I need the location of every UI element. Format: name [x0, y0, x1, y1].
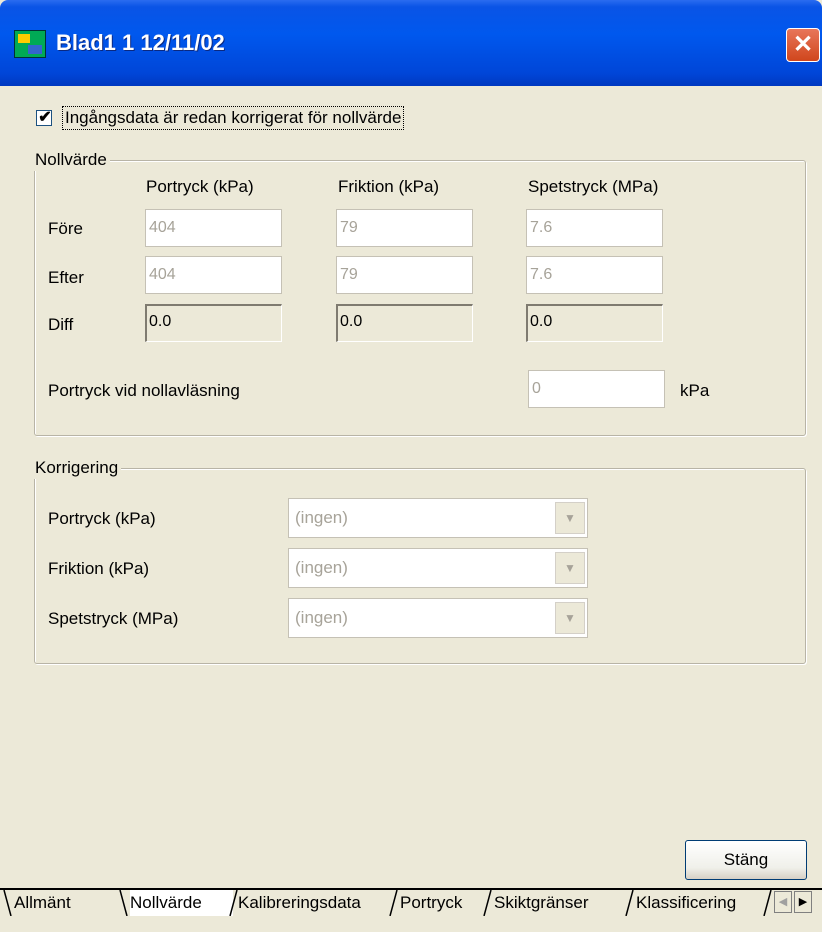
korrigering-friktion-dropdown-button[interactable]: ▼: [555, 552, 585, 584]
korrigering-legend: Korrigering: [33, 457, 122, 479]
close-icon: ✕: [792, 31, 814, 58]
korrigering-label-friktion: Friktion (kPa): [48, 559, 150, 578]
korrigering-spetstryck-value: (ingen): [295, 608, 348, 627]
korrigering-label-spetstryck: Spetstryck (MPa): [48, 609, 179, 628]
chevron-down-icon: ▼: [564, 561, 576, 575]
korrigering-spetstryck-select[interactable]: (ingen) ▼: [288, 598, 588, 638]
corrected-checkbox[interactable]: ✔: [36, 109, 52, 126]
tab-separator: [228, 890, 238, 916]
title-bar[interactable]: Blad1 1 12/11/02 ✕: [0, 0, 822, 90]
tab-separator: [388, 890, 398, 916]
tab-separator: [762, 890, 772, 916]
tab-portryck[interactable]: Portryck: [400, 890, 462, 916]
fore-spetstryck-field[interactable]: 7.6: [526, 209, 663, 247]
tab-scroll-right-button[interactable]: ▶: [794, 891, 812, 913]
arrow-right-icon: ▶: [798, 896, 808, 908]
corrected-checkbox-label[interactable]: Ingångsdata är redan korrigerat för noll…: [62, 106, 405, 130]
app-icon: [14, 30, 46, 58]
portryck-unit-label: kPa: [680, 381, 710, 400]
column-header-portryck: Portryck (kPa): [146, 177, 254, 196]
tab-scroll-left-button[interactable]: ◀: [774, 891, 792, 913]
close-window-button[interactable]: ✕: [786, 28, 820, 62]
efter-friktion-field[interactable]: 79: [336, 256, 473, 294]
portryck-nollavlasning-label: Portryck vid nollavläsning: [48, 381, 240, 400]
tab-kalibreringsdata[interactable]: Kalibreringsdata: [238, 890, 361, 916]
fore-portryck-field[interactable]: 404: [145, 209, 282, 247]
korrigering-friktion-select[interactable]: (ingen) ▼: [288, 548, 588, 588]
chevron-down-icon: ▼: [564, 611, 576, 625]
chevron-down-icon: ▼: [564, 511, 576, 525]
row-label-fore: Före: [48, 219, 83, 238]
checkmark-icon: ✔: [38, 109, 52, 126]
dialog-window: Blad1 1 12/11/02 ✕ ✔ Ingångsdata är reda…: [0, 0, 822, 932]
korrigering-label-portryck: Portryck (kPa): [48, 509, 156, 528]
diff-portryck-value: 0.0: [145, 304, 282, 342]
diff-friktion-value: 0.0: [336, 304, 473, 342]
korrigering-portryck-dropdown-button[interactable]: ▼: [555, 502, 585, 534]
korrigering-portryck-value: (ingen): [295, 508, 348, 527]
column-header-friktion: Friktion (kPa): [338, 177, 440, 196]
korrigering-friktion-value: (ingen): [295, 558, 348, 577]
tab-separator: [482, 890, 492, 916]
tab-skiktgranser[interactable]: Skiktgränser: [494, 890, 588, 916]
fore-friktion-field[interactable]: 79: [336, 209, 473, 247]
tab-separator: [118, 890, 128, 916]
korrigering-portryck-select[interactable]: (ingen) ▼: [288, 498, 588, 538]
tab-klassificering[interactable]: Klassificering: [636, 890, 736, 916]
tab-separator: [624, 890, 634, 916]
column-header-spetstryck: Spetstryck (MPa): [528, 177, 659, 196]
row-label-efter: Efter: [48, 268, 84, 287]
korrigering-spetstryck-dropdown-button[interactable]: ▼: [555, 602, 585, 634]
diff-spetstryck-value: 0.0: [526, 304, 663, 342]
close-button[interactable]: Stäng: [685, 840, 807, 880]
row-label-diff: Diff: [48, 315, 74, 334]
tab-nollvarde[interactable]: Nollvärde: [130, 890, 233, 916]
portryck-nollavlasning-field[interactable]: 0: [528, 370, 665, 408]
tab-allmant[interactable]: Allmänt: [14, 890, 71, 916]
efter-spetstryck-field[interactable]: 7.6: [526, 256, 663, 294]
window-title: Blad1 1 12/11/02: [56, 30, 225, 55]
arrow-left-icon: ◀: [778, 896, 788, 908]
nollvarde-legend: Nollvärde: [33, 149, 110, 171]
efter-portryck-field[interactable]: 404: [145, 256, 282, 294]
tab-scroll-buttons: ◀ ▶: [774, 891, 814, 913]
tab-separator: [2, 890, 12, 916]
